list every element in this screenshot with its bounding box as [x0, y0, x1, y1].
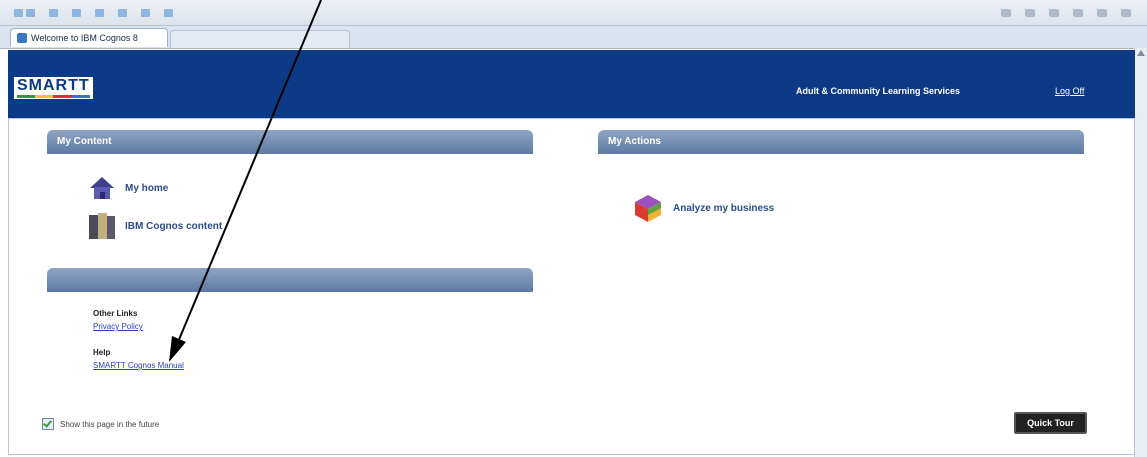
show-page-checkbox[interactable] [42, 418, 54, 430]
browser-tab[interactable]: Welcome to IBM Cognos 8 [10, 28, 168, 47]
my-actions-header: My Actions [598, 130, 1084, 154]
bookmark-icon [26, 8, 35, 17]
organization-name: Adult & Community Learning Services [796, 86, 961, 96]
browser-toolbar-icons [1001, 8, 1147, 17]
analyze-business-link[interactable]: Analyze my business [633, 193, 774, 223]
toolbar-icon[interactable] [1097, 8, 1107, 17]
welcome-content: My Content My home IBM Cognos content Ot… [8, 118, 1135, 455]
bookmark-icon [14, 8, 23, 17]
other-links-label: Other Links [93, 309, 138, 318]
show-page-label: Show this page in the future [60, 419, 160, 429]
cube-icon [633, 193, 663, 223]
quick-tour-label: Quick Tour [1027, 418, 1074, 428]
toolbar-icon[interactable] [1121, 8, 1131, 17]
books-icon [89, 213, 115, 239]
my-actions-title: My Actions [608, 136, 661, 147]
toolbar-icon[interactable] [1001, 8, 1011, 17]
scroll-up-arrow-icon[interactable] [1137, 50, 1145, 56]
bookmark-icon [95, 8, 104, 17]
my-home-link[interactable]: My home [89, 177, 168, 199]
cognos-content-link[interactable]: IBM Cognos content [89, 213, 222, 239]
smartt-logo: SMARTT [14, 77, 93, 99]
browser-tab-bar: Welcome to IBM Cognos 8 [0, 26, 1147, 49]
tab-title: Welcome to IBM Cognos 8 [31, 33, 138, 43]
help-label: Help [93, 348, 111, 357]
cognos-content-label: IBM Cognos content [125, 220, 223, 232]
bookmark-icon [164, 8, 173, 17]
bookmark-item[interactable] [49, 8, 58, 17]
app-header: SMARTT Adult & Community Learning Servic… [8, 50, 1135, 118]
bookmark-item[interactable] [118, 8, 127, 17]
privacy-policy-link[interactable]: Privacy Policy [93, 322, 143, 331]
bookmark-icon [141, 8, 150, 17]
toolbar-icon[interactable] [1073, 8, 1083, 17]
bookmark-icon [72, 8, 81, 17]
cognos-manual-link[interactable]: SMARTT Cognos Manual [93, 361, 184, 370]
new-tab-button[interactable] [170, 30, 350, 48]
vertical-scrollbar[interactable] [1134, 48, 1147, 457]
show-page-option[interactable]: Show this page in the future [42, 418, 159, 430]
page-favicon-icon [17, 33, 27, 43]
my-content-header: My Content [47, 130, 533, 154]
logo-text: SMARTT [17, 77, 90, 94]
toolbar-icon[interactable] [1025, 8, 1035, 17]
bookmark-icon [118, 8, 127, 17]
toolbar-icon[interactable] [1049, 8, 1059, 17]
logo-stripes [17, 95, 90, 98]
house-icon [89, 177, 115, 199]
quick-tour-button[interactable]: Quick Tour [1014, 412, 1087, 434]
bookmark-item[interactable] [141, 8, 150, 17]
bookmark-item[interactable] [164, 8, 173, 17]
bookmarks-bar [0, 0, 1147, 26]
my-content-title: My Content [57, 136, 112, 147]
bookmark-item[interactable] [72, 8, 81, 17]
links-panel-header [47, 268, 533, 292]
analyze-business-label: Analyze my business [673, 202, 775, 214]
bookmark-item[interactable] [14, 8, 35, 17]
my-home-label: My home [125, 182, 169, 194]
log-off-link[interactable]: Log Off [1055, 86, 1084, 96]
bookmark-icon [49, 8, 58, 17]
bookmark-item[interactable] [95, 8, 104, 17]
